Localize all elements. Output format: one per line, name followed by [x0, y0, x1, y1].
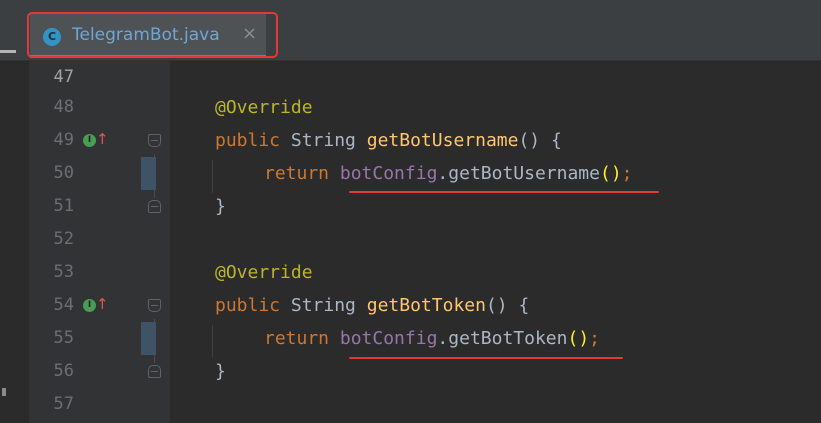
line-number: 48 — [53, 97, 74, 117]
code-text: return botConfig.getBotUsername(); — [264, 157, 633, 190]
dot-token: . — [437, 163, 449, 184]
keyword-token: public — [215, 295, 281, 316]
method-call-token: getBotUsername — [448, 163, 600, 184]
code-text: @Override — [215, 91, 313, 124]
dot-token: . — [437, 328, 449, 349]
code-line[interactable]: 47 — [0, 61, 821, 94]
code-text: } — [215, 190, 226, 223]
code-text: return botConfig.getBotToken(); — [264, 322, 600, 355]
code-line[interactable]: 56 } — [0, 355, 821, 388]
fold-open-icon[interactable] — [148, 134, 161, 147]
code-line[interactable]: 49 I ↑ public String getBotUsername() { — [0, 124, 821, 157]
code-line[interactable]: 53 @Override — [0, 256, 821, 289]
brace-token: } — [215, 361, 226, 382]
code-text: @Override — [215, 256, 313, 289]
line-number: 55 — [53, 328, 74, 348]
brace-token: } — [215, 196, 226, 217]
arrow-up-icon[interactable]: ↑ — [96, 128, 109, 150]
punctuation-token: () { — [518, 130, 562, 151]
method-name-token: getBotUsername — [366, 130, 519, 151]
fold-open-icon[interactable] — [148, 299, 161, 312]
code-line[interactable]: 52 — [0, 223, 821, 256]
fold-close-icon[interactable] — [148, 365, 161, 378]
code-text: } — [215, 355, 226, 388]
line-number: 54 — [53, 295, 74, 315]
semicolon-token: ; — [589, 328, 601, 349]
semicolon-token: ; — [621, 163, 633, 184]
change-marker[interactable] — [141, 157, 156, 190]
fold-close-icon[interactable] — [148, 200, 161, 213]
paren-token: () — [599, 163, 622, 184]
tab-highlight-annotation — [27, 12, 278, 58]
line-number: 49 — [53, 130, 74, 150]
line-number: 47 — [53, 67, 74, 87]
line-number: 51 — [53, 196, 74, 216]
code-text: public String getBotUsername() { — [215, 124, 562, 157]
line-number: 57 — [53, 394, 74, 414]
field-token: botConfig — [339, 163, 438, 184]
code-line[interactable]: 57 — [0, 388, 821, 423]
keyword-token: return — [264, 328, 330, 349]
sidebar-toggle-icon[interactable] — [0, 50, 16, 53]
method-name-token: getBotToken — [366, 295, 486, 316]
line-number: 53 — [53, 262, 74, 282]
code-text: public String getBotToken() { — [215, 289, 529, 322]
arrow-up-icon[interactable]: ↑ — [96, 293, 109, 315]
implements-method-icon[interactable]: I — [83, 134, 96, 147]
type-token: String — [290, 130, 356, 151]
keyword-token: return — [264, 163, 330, 184]
code-line[interactable]: 55 return botConfig.getBotToken(); — [0, 322, 821, 355]
field-token: botConfig — [339, 328, 438, 349]
annotation-token: @Override — [215, 262, 313, 283]
line-number: 50 — [53, 163, 74, 183]
annotation-token: @Override — [215, 97, 313, 118]
method-call-token: getBotToken — [448, 328, 568, 349]
change-marker[interactable] — [141, 322, 156, 355]
code-line[interactable]: 51 } — [0, 190, 821, 223]
line-number: 56 — [53, 361, 74, 381]
code-line[interactable]: 48 @Override — [0, 91, 821, 124]
type-token: String — [290, 295, 356, 316]
keyword-token: public — [215, 130, 281, 151]
paren-token: () — [567, 328, 590, 349]
implements-method-icon[interactable]: I — [83, 299, 96, 312]
code-line[interactable]: 50 return botConfig.getBotUsername(); — [0, 157, 821, 190]
punctuation-token: () { — [485, 295, 530, 316]
code-line[interactable]: 54 I ↑ public String getBotToken() { — [0, 289, 821, 322]
line-number: 52 — [53, 229, 74, 249]
